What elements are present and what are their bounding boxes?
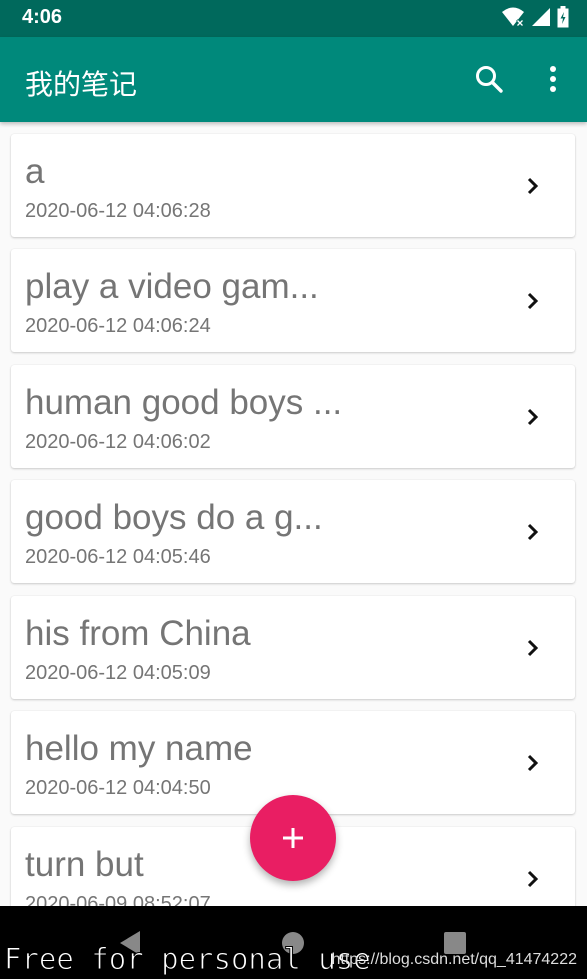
chevron-right-icon bbox=[527, 754, 539, 772]
notes-list[interactable]: a 2020-06-12 04:06:28 play a video gam..… bbox=[0, 122, 587, 906]
note-card[interactable]: human good boys ... 2020-06-12 04:06:02 bbox=[11, 365, 575, 468]
chevron-right-icon bbox=[527, 177, 539, 195]
signal-icon bbox=[531, 7, 551, 32]
note-title: hello my name bbox=[25, 729, 253, 768]
note-card[interactable]: play a video gam... 2020-06-12 04:06:24 bbox=[11, 249, 575, 352]
note-title: a bbox=[25, 152, 45, 191]
status-bar: 4:06 bbox=[0, 0, 587, 37]
note-title: good boys do a g... bbox=[25, 498, 323, 537]
app-title: 我的笔记 bbox=[25, 68, 138, 101]
note-title: turn but bbox=[25, 845, 144, 884]
note-date: 2020-06-09 08:52:07 bbox=[25, 893, 211, 906]
add-note-button[interactable] bbox=[250, 795, 336, 881]
note-card[interactable]: his from China 2020-06-12 04:05:09 bbox=[11, 596, 575, 699]
note-date: 2020-06-12 04:04:50 bbox=[25, 777, 211, 799]
status-time: 4:06 bbox=[22, 6, 63, 28]
note-date: 2020-06-12 04:06:28 bbox=[25, 200, 211, 222]
note-date: 2020-06-12 04:06:24 bbox=[25, 315, 211, 337]
source-url: https://blog.csdn.net/qq_41474222 bbox=[331, 951, 577, 968]
more-vert-icon bbox=[550, 66, 556, 92]
note-title: play a video gam... bbox=[25, 267, 319, 306]
wifi-icon bbox=[501, 6, 525, 33]
status-icons bbox=[501, 5, 569, 33]
note-date: 2020-06-12 04:05:09 bbox=[25, 662, 211, 684]
note-card[interactable]: a 2020-06-12 04:06:28 bbox=[11, 134, 575, 237]
note-title: his from China bbox=[25, 614, 251, 653]
plus-icon bbox=[283, 828, 303, 848]
watermark: Free for personal use bbox=[4, 942, 372, 977]
chevron-right-icon bbox=[527, 408, 539, 426]
note-date: 2020-06-12 04:05:46 bbox=[25, 546, 211, 568]
note-date: 2020-06-12 04:06:02 bbox=[25, 431, 211, 453]
chevron-right-icon bbox=[527, 523, 539, 541]
note-card[interactable]: good boys do a g... 2020-06-12 04:05:46 bbox=[11, 480, 575, 583]
chevron-right-icon bbox=[527, 870, 539, 888]
chevron-right-icon bbox=[527, 292, 539, 310]
search-button[interactable] bbox=[469, 59, 509, 99]
battery-icon bbox=[557, 5, 569, 33]
app-bar: 我的笔记 bbox=[0, 37, 587, 122]
overflow-menu-button[interactable] bbox=[533, 59, 573, 99]
note-title: human good boys ... bbox=[25, 383, 343, 422]
search-icon bbox=[476, 66, 503, 93]
chevron-right-icon bbox=[527, 639, 539, 657]
